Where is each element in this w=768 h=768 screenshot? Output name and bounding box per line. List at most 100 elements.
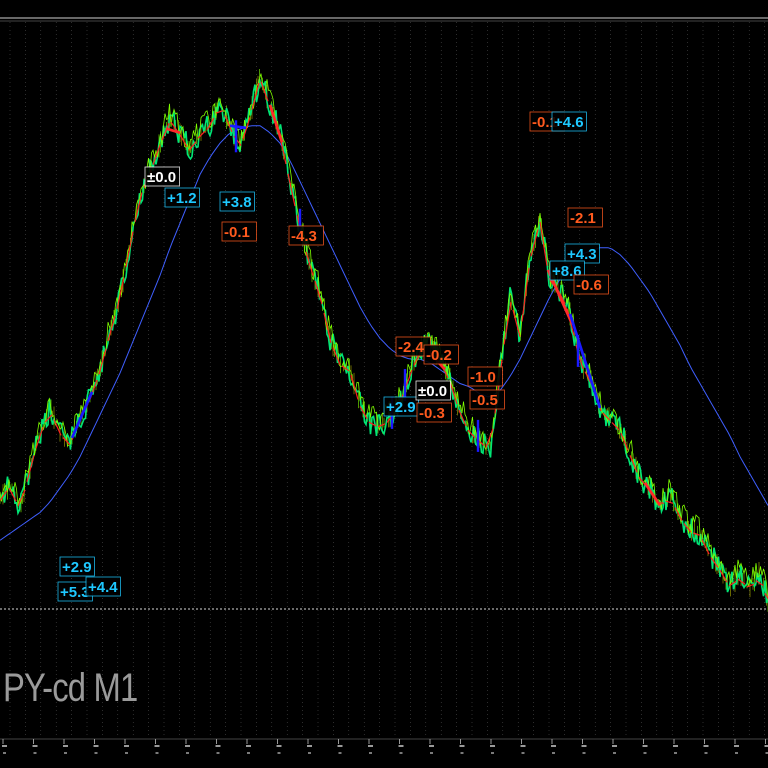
x-tick-glyph-2: [552, 752, 555, 754]
x-tick-glyph: [612, 745, 617, 747]
trade-tag: -2.1: [567, 207, 603, 228]
x-tick-glyph-2: [125, 752, 128, 754]
x-tick-glyph: [32, 745, 38, 747]
slow-moving-average-line: [0, 125, 768, 541]
x-tick-glyph: [734, 745, 739, 747]
trade-tag-label: -0.6: [576, 277, 602, 294]
x-tick-glyph: [703, 745, 709, 747]
tick-noise: [0, 68, 768, 612]
trade-tag: +4.3: [564, 243, 600, 264]
x-tick-glyph-2: [247, 752, 250, 754]
price-chart[interactable]: ±0.0 +1.2 +3.8 -0.1 -4.3 -0.1 +4.6 -2.1 +4.3 +8.6…: [0, 0, 768, 768]
trade-tag: -4.3: [288, 225, 324, 246]
x-tick-glyph-2: [369, 752, 372, 754]
x-tick-glyph: [642, 745, 648, 747]
trade-tag-label: -0.3: [419, 405, 445, 422]
trade-tag-label: -2.1: [570, 210, 596, 227]
x-tick-glyph: [307, 745, 312, 747]
fast-ma-segment: [107, 315, 116, 342]
x-tick-glyph-2: [674, 752, 677, 754]
x-tick-glyph: [520, 745, 526, 747]
trade-tag: -0.5: [469, 389, 505, 410]
x-tick-glyph: [2, 745, 7, 747]
x-tick-glyph-2: [613, 752, 616, 754]
x-tick-glyph: [673, 745, 678, 747]
trade-tag: +4.4: [85, 576, 121, 597]
x-tick-glyph: [276, 745, 282, 747]
x-tick-glyph: [154, 745, 160, 747]
x-tick-glyph-2: [33, 752, 37, 754]
x-tick-glyph: [246, 745, 251, 747]
x-tick-glyph-2: [155, 752, 159, 754]
symbol-watermark: PY-cd M1: [3, 666, 138, 710]
x-tick-glyph: [337, 745, 343, 747]
x-tick-glyph: [551, 745, 556, 747]
trade-tag-label: +4.4: [88, 579, 118, 596]
trade-tag: -1.0: [467, 366, 503, 387]
trade-tag: +3.8: [219, 191, 255, 212]
fast-ma-segment: [350, 374, 359, 400]
x-tick-glyph-2: [186, 752, 189, 754]
x-tick-glyph-2: [399, 752, 403, 754]
trade-tag: -0.6: [573, 274, 609, 295]
trade-tag: ±0.0: [415, 380, 451, 401]
x-tick-glyph-2: [521, 752, 525, 754]
x-tick-glyph: [215, 745, 221, 747]
fast-moving-average-segments: [0, 81, 768, 600]
x-tick-glyph: [459, 745, 465, 747]
x-tick-glyph-2: [460, 752, 464, 754]
price-line: [0, 79, 768, 604]
trade-tag-label: -1.0: [470, 369, 496, 386]
price-line-alt: [0, 73, 768, 601]
x-tick-glyph: [490, 745, 495, 747]
x-tick-glyph-2: [704, 752, 708, 754]
trade-tag: -0.2: [423, 344, 459, 365]
signal-segments: [70, 104, 662, 507]
trade-tag: ±0.0: [144, 166, 180, 187]
trade-tag: +2.9: [383, 396, 419, 417]
x-tick-glyph-2: [216, 752, 220, 754]
x-tick-glyph-2: [491, 752, 494, 754]
trade-tag-label: -0.5: [472, 392, 498, 409]
x-axis-labels: [2, 739, 768, 754]
trade-tag-label: +5.3: [60, 584, 90, 601]
x-tick-glyph-2: [430, 752, 433, 754]
x-tick-glyph-2: [3, 752, 6, 754]
x-tick-glyph-2: [735, 752, 738, 754]
fast-ma-segment: [125, 231, 134, 268]
trade-tag-label: +2.9: [386, 399, 416, 416]
trade-tag-label: -2.4: [398, 339, 425, 356]
trade-tag: -0.1: [221, 221, 257, 242]
trade-tag: -0.3: [416, 402, 452, 423]
x-tick-glyph: [581, 745, 587, 747]
x-tick-glyph: [185, 745, 190, 747]
trade-tag-label: +2.9: [62, 559, 92, 576]
x-tick-glyph-2: [277, 752, 281, 754]
x-tick-glyph: [124, 745, 129, 747]
x-tick-glyph: [368, 745, 373, 747]
trade-tag-label: +3.8: [222, 194, 252, 211]
trade-tag-label: -0.2: [426, 347, 452, 364]
trade-tag-label: +4.3: [567, 246, 597, 263]
signal-segment: [568, 313, 602, 409]
fast-ma-segment: [26, 455, 35, 482]
chart-canvas[interactable]: ±0.0+1.2 +3.8-0.1 -4.3-0.1+4.6-2.1+4.3+8.6…: [0, 0, 768, 768]
x-tick-glyph: [63, 745, 68, 747]
vertical-grid: [9, 22, 765, 738]
x-tick-glyph-2: [308, 752, 311, 754]
x-tick-glyph-2: [338, 752, 342, 754]
trade-tag-label: +4.6: [554, 114, 584, 131]
x-tick-glyph: [764, 745, 768, 747]
x-tick-glyph-2: [64, 752, 67, 754]
x-tick-glyph-2: [94, 752, 98, 754]
trade-tags: ±0.0+1.2 +3.8-0.1 -4.3-0.1+4.6-2.1+4.3+8.6…: [57, 111, 609, 602]
trade-tag-label: ±0.0: [147, 169, 176, 186]
x-tick-glyph: [93, 745, 99, 747]
trade-tag-label: -0.1: [224, 224, 250, 241]
trade-tag: +4.6: [551, 111, 587, 132]
x-tick-glyph-2: [582, 752, 586, 754]
fast-ma-segment: [521, 267, 530, 322]
trade-tag-label: +1.2: [167, 190, 197, 207]
trade-tag: +2.9: [59, 556, 95, 577]
x-tick-glyph: [398, 745, 404, 747]
